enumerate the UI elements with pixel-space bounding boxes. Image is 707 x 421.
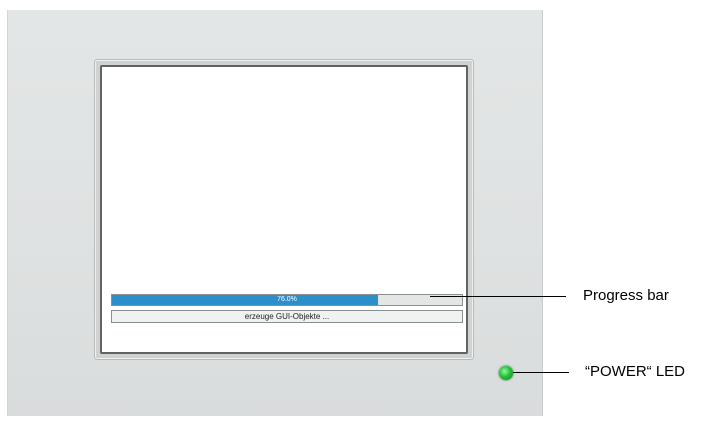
power-led-icon [499,366,513,380]
screen-frame: 76.0% erzeuge GUI-Objekte ... [94,59,474,360]
progress-bar-callout-label: Progress bar [583,287,669,304]
progress-bar: 76.0% [111,294,463,306]
status-message: erzeuge GUI-Objekte ... [111,310,463,323]
device-bezel: 76.0% erzeuge GUI-Objekte ... [7,10,543,416]
figure-canvas: 76.0% erzeuge GUI-Objekte ... Progress b… [0,0,707,421]
display-screen: 76.0% erzeuge GUI-Objekte ... [100,65,468,354]
progress-percentage: 76.0% [277,296,297,303]
progress-bar-callout-line [430,296,566,297]
power-led-callout-label: “POWER“ LED [585,363,686,380]
power-led-callout-line [513,372,569,373]
